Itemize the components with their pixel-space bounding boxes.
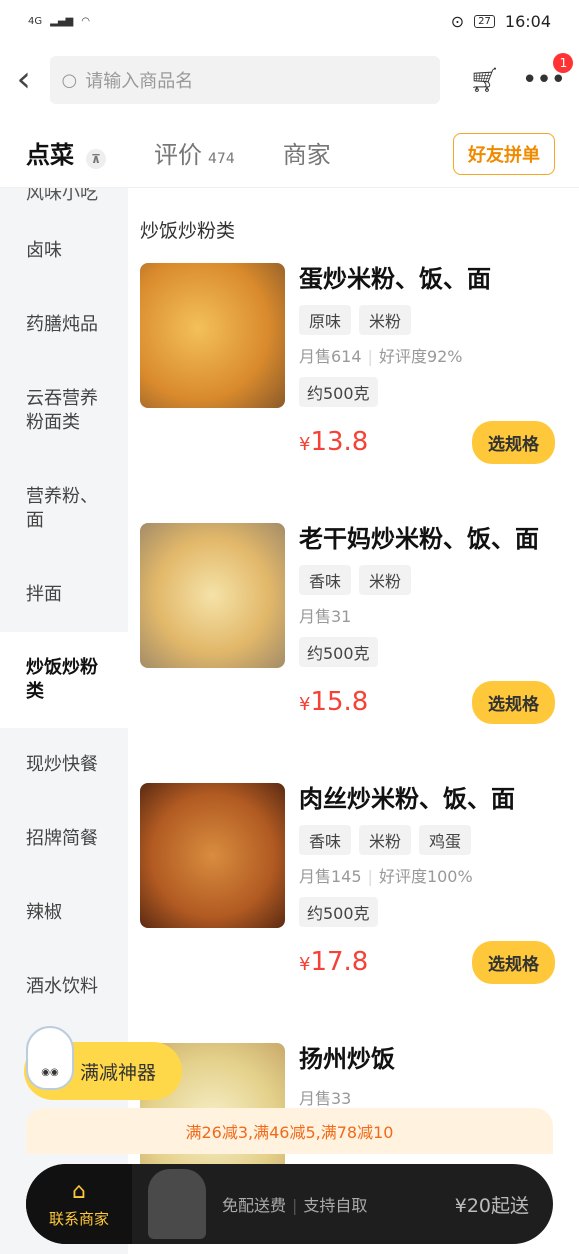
product-item[interactable]: 老干妈炒米粉、饭、面 香味 米粉 月售31 约500克 ¥15.8 选规格 [140, 523, 579, 783]
product-tag: 鸡蛋 [419, 824, 472, 855]
product-image[interactable] [140, 263, 285, 408]
product-tag: 香味 [299, 824, 352, 855]
sidebar-item[interactable]: 风味小吃 [0, 188, 128, 214]
sales-count: 月售33 [299, 1088, 352, 1108]
signal-indicators: 4G ▂▄▆ ◠ [28, 16, 90, 27]
status-bar: 4G ▂▄▆ ◠ ⊙ 27 16:04 [0, 0, 579, 42]
product-image[interactable] [140, 523, 285, 668]
price: ¥15.8 [299, 687, 369, 718]
battery-icon: 27 [474, 14, 495, 28]
rating: 好评度92% [378, 346, 463, 366]
sales-count: 月售145 [299, 866, 362, 886]
delivery-info: 免配送费 | 支持自取 [222, 1196, 368, 1215]
select-spec-button[interactable]: 选规格 [472, 940, 555, 984]
cart-icon[interactable]: 🛒︎ [470, 66, 500, 94]
product-item[interactable]: 肉丝炒米粉、饭、面 香味 米粉 鸡蛋 月售145 | 好评度100% 约500克 ¥… [140, 783, 579, 1043]
contact-merchant-button[interactable]: ⌂ 联系商家 [26, 1164, 132, 1244]
courier-icon [132, 1164, 222, 1244]
weight-tag: 约500克 [299, 376, 378, 407]
search-input[interactable]: ○ 请输入商品名 [49, 56, 440, 104]
product-tag: 米粉 [359, 824, 412, 855]
free-delivery: 免配送费 [222, 1196, 287, 1215]
network-icon: 4G [28, 15, 43, 27]
sidebar-item-active[interactable]: 炒饭炒粉类 [0, 632, 128, 728]
min-order: ¥20起送 [454, 1194, 529, 1217]
back-arrow-icon[interactable]: ‹ [14, 62, 34, 98]
select-spec-button[interactable]: 选规格 [472, 680, 555, 724]
checkout-bar: ⌂ 联系商家 免配送费 | 支持自取 ¥20起送 [26, 1164, 553, 1244]
sidebar-item[interactable]: 酒水饮料 [0, 950, 128, 1024]
pickup-support: 支持自取 [303, 1196, 368, 1215]
location-icon: ⊙ [450, 11, 465, 31]
review-count: 474 [208, 151, 235, 167]
search-header: ‹ ○ 请输入商品名 🛒︎ ••• 1 [0, 42, 579, 118]
discount-banner: 满26减3,满46减5,满78减10 [26, 1108, 553, 1154]
promo-label: 满减神器 [80, 1061, 157, 1084]
sidebar-item[interactable]: 卤味 [0, 214, 128, 288]
product-tag: 米粉 [359, 564, 412, 595]
weight-tag: 约500克 [299, 896, 378, 927]
bunny-mascot-icon: ◉◉ [26, 1026, 74, 1090]
product-tag: 米粉 [359, 304, 412, 335]
wifi-icon: ◠ [81, 15, 90, 27]
sidebar-item[interactable]: 拌面 [0, 558, 128, 632]
select-spec-button[interactable]: 选规格 [472, 420, 555, 464]
product-image[interactable] [140, 783, 285, 928]
sidebar-item[interactable]: 营养粉、面 [0, 460, 128, 558]
sidebar-item[interactable]: 云吞营养粉面类 [0, 362, 128, 460]
contact-label: 联系商家 [48, 1210, 109, 1228]
price: ¥17.8 [299, 947, 369, 978]
discount-helper-button[interactable]: ◉◉ 满减神器 [24, 1026, 182, 1100]
search-icon: ○ [61, 69, 78, 91]
search-placeholder: 请输入商品名 [85, 71, 194, 92]
weight-tag: 约500克 [299, 636, 378, 667]
chat-icon: ⌂ [72, 1179, 86, 1204]
section-title: 炒饭炒粉类 [140, 220, 236, 242]
tab-merchant-label: 商家 [282, 141, 331, 169]
more-options-icon[interactable]: ••• 1 [522, 53, 573, 95]
tab-bar: 点菜 ⊼ 评价 474 商家 好友拼单 [0, 118, 579, 188]
rating: 好评度100% [378, 866, 473, 886]
tab-reviews[interactable]: 评价 474 [154, 135, 235, 170]
product-name: 蛋炒米粉、饭、面 [299, 265, 491, 293]
sidebar-item[interactable]: 招牌简餐 [0, 802, 128, 876]
tab-merchant[interactable]: 商家 [283, 135, 331, 170]
product-name: 肉丝炒米粉、饭、面 [299, 785, 515, 813]
price: ¥13.8 [299, 427, 369, 458]
sales-count: 月售614 [299, 346, 362, 366]
pin-top-icon[interactable]: ⊼ [86, 149, 106, 169]
signal-icon: ▂▄▆ [50, 15, 74, 27]
menu-area: 风味小吃 卤味 药膳炖品 云吞营养粉面类 营养粉、面 拌面 炒饭炒粉类 现炒快餐… [0, 188, 579, 1254]
sidebar-item[interactable]: 现炒快餐 [0, 728, 128, 802]
product-name: 扬州炒饭 [299, 1045, 395, 1073]
product-name: 老干妈炒米粉、饭、面 [299, 525, 539, 553]
product-list: 炒饭炒粉类 蛋炒米粉、饭、面 原味 米粉 月售614 | 好评度92% 约500克 … [128, 188, 579, 1254]
product-tag: 香味 [299, 564, 352, 595]
tab-order-label: 点菜 [26, 141, 74, 169]
sidebar-item[interactable]: 药膳炖品 [0, 288, 128, 362]
product-tag: 原味 [299, 304, 352, 335]
tab-reviews-label: 评价 [154, 141, 202, 169]
tab-order[interactable]: 点菜 ⊼ [26, 135, 106, 170]
group-order-button[interactable]: 好友拼单 [453, 133, 555, 175]
notification-badge: 1 [553, 53, 573, 73]
product-item[interactable]: 蛋炒米粉、饭、面 原味 米粉 月售614 | 好评度92% 约500克 ¥13.8 … [140, 263, 579, 523]
sidebar-item[interactable]: 辣椒 [0, 876, 128, 950]
clock: 16:04 [504, 11, 551, 31]
sales-count: 月售31 [299, 606, 352, 626]
